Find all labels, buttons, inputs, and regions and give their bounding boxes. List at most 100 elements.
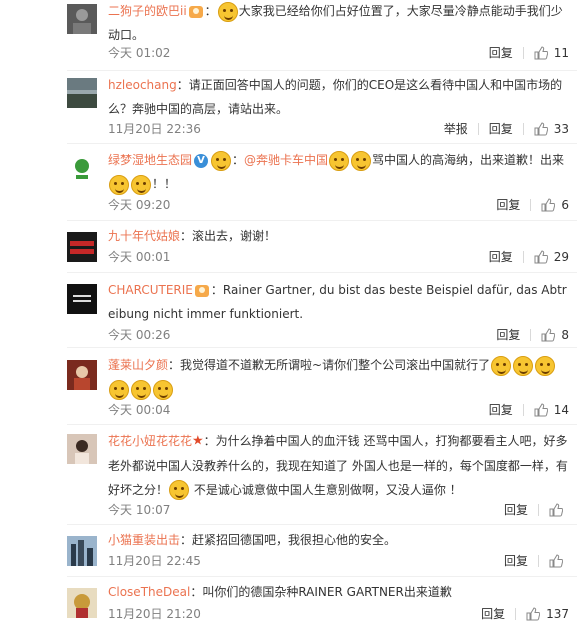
- like-button[interactable]: 6: [541, 196, 569, 214]
- laugh-emoji-icon: [513, 355, 534, 376]
- comment-time: 今天 00:01: [108, 250, 171, 264]
- comment-text: 绿梦湿地生态园 V ：@奔驰卡车中国 骂中国人的高海纳，出来道歉！出来 ！！: [108, 148, 569, 196]
- comment-time: 11月20日 22:36: [108, 122, 201, 136]
- like-count: 6: [561, 198, 569, 212]
- divider: [522, 47, 524, 59]
- reply-button[interactable]: 回复: [481, 605, 505, 623]
- reply-button[interactable]: 回复: [489, 120, 513, 138]
- divider: [67, 347, 577, 348]
- divider: [67, 143, 577, 144]
- thumbs-up-icon: [549, 554, 563, 568]
- like-count: 11: [553, 46, 569, 60]
- comment-body: ！！: [152, 177, 177, 191]
- comment-time: 今天 00:04: [108, 403, 171, 417]
- like-count: 137: [546, 607, 569, 621]
- comment-text: CloseTheDeal：叫你们的德国杂种RAINER GARTNER出来道歉: [108, 580, 569, 604]
- comment-text: 九十年代姑娘：滚出去，谢谢！: [108, 224, 569, 248]
- comment-time: 11月20日 21:20: [108, 607, 201, 621]
- comment-time: 今天 01:02: [108, 46, 171, 60]
- thumbs-up-icon: [541, 198, 556, 212]
- laugh-emoji-icon: [535, 355, 556, 376]
- comment-username[interactable]: 绿梦湿地生态园: [108, 153, 192, 167]
- like-count: 8: [561, 328, 569, 342]
- comment-time: 今天 09:20: [108, 198, 171, 212]
- thumbs-up-icon: [534, 403, 548, 417]
- smile-emoji-icon: [217, 1, 238, 22]
- star-badge-icon: ★: [192, 433, 204, 449]
- comment-time: 今天 00:26: [108, 328, 171, 342]
- like-button[interactable]: 11: [534, 44, 569, 62]
- comment-username[interactable]: 花花小妞花花花: [108, 434, 192, 448]
- like-button[interactable]: 14: [534, 401, 569, 419]
- mention-link[interactable]: @奔驰卡车中国: [244, 153, 328, 167]
- thumbs-up-icon: [534, 122, 548, 136]
- comment-username[interactable]: hzleochang: [108, 78, 177, 92]
- avatar[interactable]: [67, 154, 97, 184]
- reply-button[interactable]: 回复: [489, 401, 513, 419]
- thumbs-up-icon: [526, 607, 541, 621]
- comment-username[interactable]: 九十年代姑娘: [108, 229, 180, 243]
- comment-username[interactable]: 二狗子的欧巴ii: [108, 4, 187, 18]
- thumbs-up-icon: [534, 250, 548, 264]
- avatar[interactable]: [67, 4, 97, 34]
- report-button[interactable]: 举报: [444, 120, 468, 138]
- avatar[interactable]: [67, 588, 97, 618]
- reply-button[interactable]: 回复: [489, 44, 513, 62]
- reply-button[interactable]: 回复: [489, 248, 513, 266]
- laugh-emoji-icon: [109, 379, 129, 400]
- angry-emoji-icon: [131, 174, 151, 195]
- like-button[interactable]: 33: [534, 120, 569, 138]
- angry-emoji-icon: [109, 174, 129, 195]
- reply-button[interactable]: 回复: [496, 196, 520, 214]
- avatar[interactable]: [67, 284, 97, 314]
- vip-badge-icon: [188, 5, 203, 18]
- comment-body: 骂中国人的高海纳，出来道歉！出来: [372, 153, 565, 167]
- comment-text: hzleochang：请正面回答中国人的问题，你们的CEO是这么看待中国人和中国…: [108, 73, 569, 121]
- divider: [538, 555, 539, 567]
- comment-body: ：我觉得道不道歉无所谓啦~请你们整个公司滚出中国就行了: [168, 358, 491, 372]
- divider: [538, 504, 539, 516]
- verified-badge-icon: V: [194, 153, 209, 168]
- comment-body: 不是诚心诚意做中国人生意别做啊，又没人逼你 ！: [190, 482, 462, 497]
- comment-text: 花花小妞花花花★：为什么挣着中国人的血汗钱 还骂中国人，打狗都要看主人吧，好多老…: [108, 429, 569, 502]
- like-button[interactable]: 137: [526, 605, 569, 623]
- thumbs-up-icon: [549, 503, 563, 517]
- avatar[interactable]: [67, 536, 97, 566]
- avatar[interactable]: [67, 434, 97, 464]
- avatar[interactable]: [67, 78, 97, 108]
- divider: [67, 424, 577, 425]
- smile-emoji-icon: [211, 150, 232, 171]
- like-count: 29: [553, 250, 569, 264]
- comment-body: ：赶紧招回德国吧，我很担心他的安全。: [180, 533, 397, 547]
- like-button[interactable]: [549, 554, 569, 568]
- reply-button[interactable]: 回复: [504, 552, 528, 570]
- divider: [522, 404, 524, 416]
- like-button[interactable]: 8: [541, 326, 569, 344]
- divider: [530, 329, 532, 341]
- laugh-emoji-icon: [153, 379, 173, 400]
- avatar[interactable]: [67, 360, 97, 390]
- laugh-emoji-icon: [131, 379, 151, 400]
- like-button[interactable]: 29: [534, 248, 569, 266]
- angry-emoji-icon: [351, 150, 372, 171]
- comment-username[interactable]: CHARCUTERIE: [108, 283, 193, 297]
- thumbs-up-icon: [541, 328, 556, 342]
- comment-text: CHARCUTERIE ：Rainer Gartner, du bist das …: [108, 278, 569, 326]
- comment-username[interactable]: 蓬莱山夕颜: [108, 358, 168, 372]
- comment-username[interactable]: 小猫重装出击: [108, 533, 180, 547]
- reply-button[interactable]: 回复: [496, 326, 520, 344]
- comment-text: 小猫重装出击：赶紧招回德国吧，我很担心他的安全。: [108, 528, 569, 552]
- divider: [522, 123, 524, 135]
- avatar[interactable]: [67, 232, 97, 262]
- angry-emoji-icon: [329, 150, 350, 171]
- divider: [67, 576, 577, 577]
- reply-button[interactable]: 回复: [504, 501, 528, 519]
- comment-text: 蓬莱山夕颜：我觉得道不道歉无所谓啦~请你们整个公司滚出中国就行了: [108, 353, 569, 401]
- comment-username[interactable]: CloseTheDeal: [108, 585, 190, 599]
- divider: [477, 123, 479, 135]
- comment-time: 11月20日 22:45: [108, 554, 201, 568]
- like-button[interactable]: [549, 503, 569, 517]
- thumbs-up-icon: [534, 46, 548, 60]
- divider: [515, 608, 517, 620]
- comment-time: 今天 10:07: [108, 503, 171, 517]
